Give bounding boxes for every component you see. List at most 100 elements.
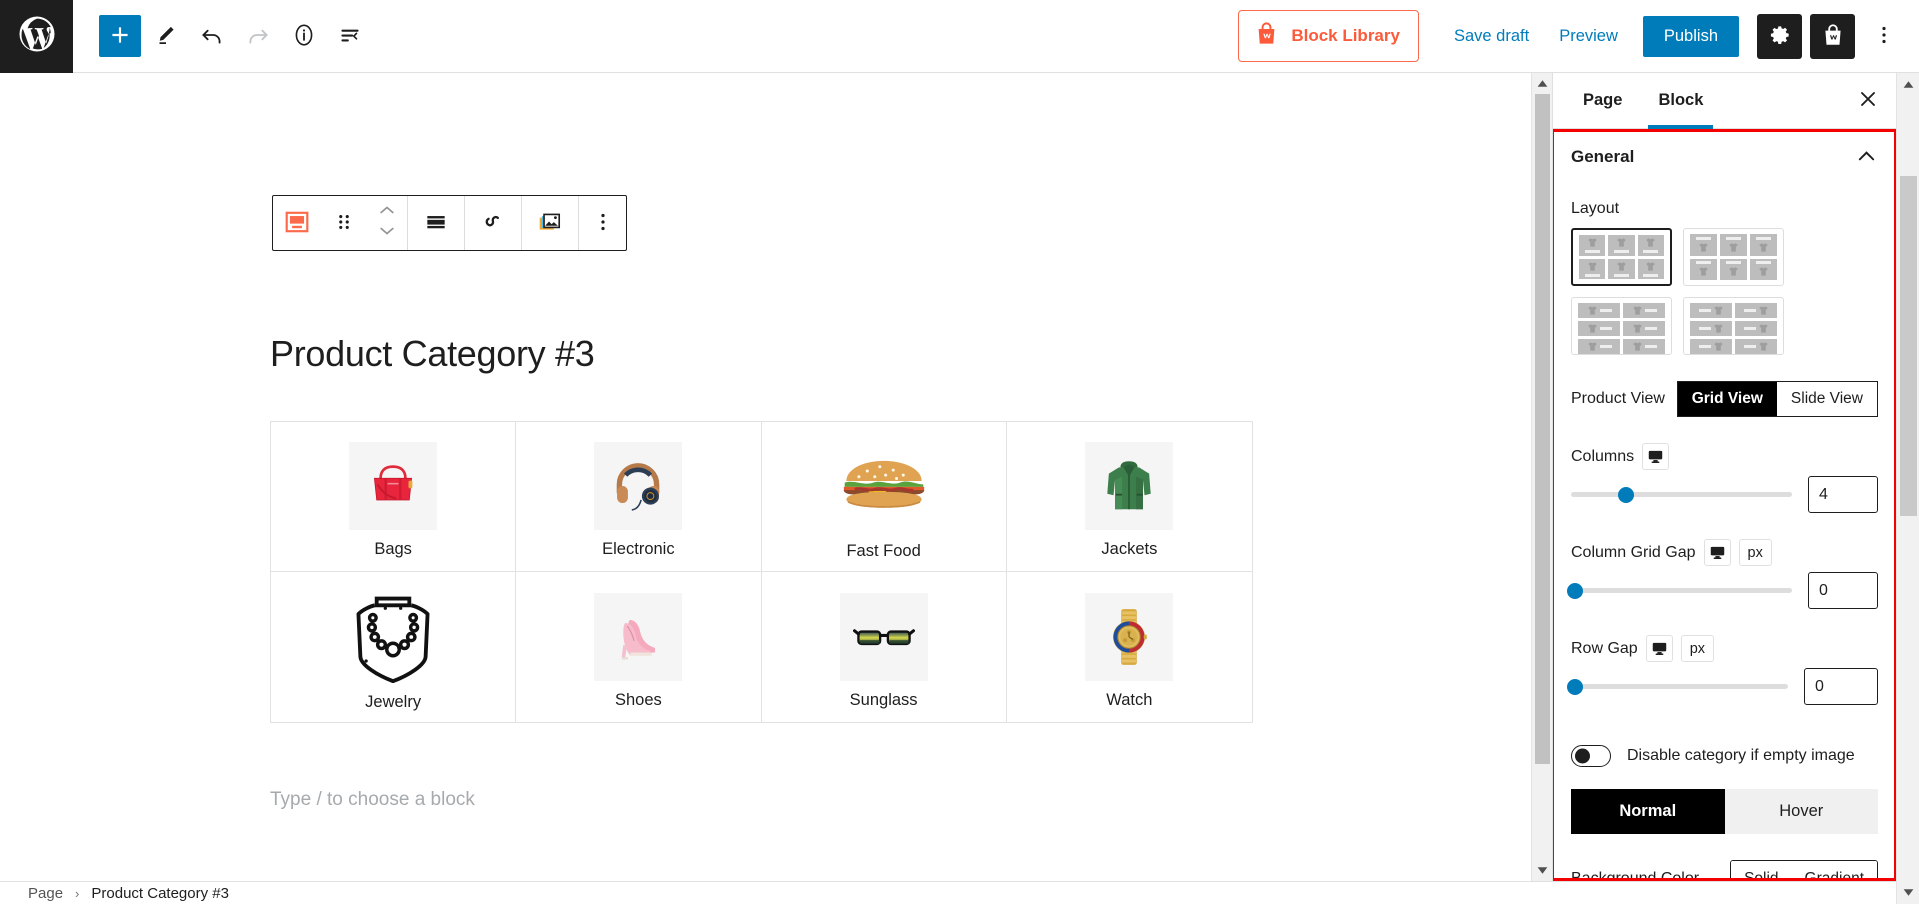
row-gap-unit-button[interactable]: px [1680,635,1715,662]
shirt-icon [1632,323,1643,334]
category-image [1085,592,1174,681]
scroll-down-arrow[interactable] [1532,860,1553,881]
category-card[interactable]: Watch [1007,572,1252,722]
row-gap-input[interactable] [1804,668,1878,705]
slider-knob[interactable] [1567,582,1584,599]
columns-input[interactable] [1808,476,1878,513]
layout-preview-bar [1644,345,1657,348]
image-settings-button[interactable] [522,196,578,250]
page-title[interactable]: Product Category #3 [270,333,595,375]
canvas-scrollbar[interactable] [1531,73,1552,881]
scroll-down-arrow[interactable] [1897,881,1919,904]
layout-preview-bar [1643,273,1659,277]
layout-preview-cell [1690,258,1717,280]
general-panel-header[interactable]: General [1571,129,1878,174]
breadcrumb-item-current[interactable]: Product Category #3 [91,885,229,902]
scroll-up-arrow[interactable] [1897,73,1919,96]
slide-view-button[interactable]: Slide View [1776,382,1877,416]
category-card[interactable]: Jackets [1006,422,1252,572]
redo-icon [245,22,271,51]
more-options-button[interactable] [1863,14,1905,59]
category-card[interactable]: Jewelry [271,572,517,722]
layout-preview-bar [1743,327,1756,330]
red-handbag-image [374,465,413,501]
layout-list-label-left[interactable] [1683,297,1784,355]
category-card[interactable]: Fast Food [761,422,1007,572]
shopping-bag-icon [1820,22,1846,51]
category-card[interactable]: Bags [271,422,517,572]
align-button[interactable] [408,196,464,250]
category-card[interactable]: Shoes [516,572,762,722]
vertical-dots-icon [1872,23,1896,50]
slider-knob[interactable] [1618,486,1635,503]
column-gap-input[interactable] [1808,572,1878,609]
publish-button[interactable]: Publish [1642,15,1739,57]
save-draft-button[interactable]: Save draft [1439,18,1544,55]
hover-state-tab[interactable]: Hover [1724,789,1878,834]
shirt-icon [1587,237,1598,248]
layout-preview-bar [1643,250,1659,254]
layout-preview-bar [1698,345,1711,348]
breadcrumb-item-page[interactable]: Page [28,885,63,902]
slider-knob[interactable] [1567,678,1584,695]
empty-block-placeholder[interactable]: Type / to choose a block [270,789,475,811]
scrollbar-thumb[interactable] [1535,94,1550,764]
layout-preview-bar [1743,345,1756,348]
details-button[interactable] [283,15,325,57]
store-button[interactable] [1810,13,1855,59]
block-type-button[interactable] [273,196,320,250]
layout-list-image-left[interactable] [1571,297,1672,355]
state-tabs: Normal Hover [1571,789,1878,834]
drag-handle[interactable] [320,196,367,250]
block-options-button[interactable] [579,196,626,250]
layout-preview-cell [1735,321,1777,336]
column-gap-slider[interactable] [1567,582,1792,599]
scrollbar-thumb[interactable] [1900,176,1917,516]
tab-block[interactable]: Block [1640,73,1721,129]
columns-slider[interactable] [1571,486,1792,503]
layout-grid-label-top[interactable] [1683,228,1784,286]
layout-preview-cell [1690,339,1732,354]
layout-preview-bar [1644,327,1657,330]
shirt-icon [1616,261,1627,272]
sunglasses-image [852,628,915,645]
grid-view-button[interactable]: Grid View [1677,382,1777,416]
chevron-up-icon[interactable] [1855,145,1878,168]
list-view-button[interactable] [329,15,371,57]
normal-state-tab[interactable]: Normal [1571,789,1725,834]
shirt-icon [1587,323,1598,334]
add-block-button[interactable] [99,15,141,57]
co-block-button[interactable] [465,196,521,250]
category-card[interactable]: Electronic [516,422,762,572]
shirt-icon [1616,237,1627,248]
wordpress-logo-button[interactable] [0,0,73,73]
layout-grid-image-top[interactable] [1571,228,1672,286]
undo-button[interactable] [191,15,233,57]
product-category-grid[interactable]: Bags Electronic Fast Food Jackets Jewelr… [270,421,1253,723]
solid-color-button[interactable]: Solid [1731,861,1792,881]
desktop-icon[interactable] [1642,443,1670,470]
block-library-label: Block Library [1291,26,1400,45]
preview-button[interactable]: Preview [1544,18,1633,55]
move-updown-button[interactable] [367,202,407,244]
shopping-bag-w-icon [1253,20,1280,52]
row-gap-slider[interactable] [1567,678,1788,695]
category-card[interactable]: Sunglass [762,572,1007,722]
desktop-icon[interactable] [1703,539,1731,566]
redo-button[interactable] [237,15,279,57]
tab-page[interactable]: Page [1565,73,1640,128]
close-sidebar-button[interactable] [1840,73,1896,128]
gradient-color-button[interactable]: Gradient [1791,861,1877,881]
settings-button[interactable] [1757,13,1802,59]
editor-canvas: Product Category #3 Bags Electronic Fast… [0,73,1531,881]
edit-tool-button[interactable] [145,15,187,57]
scroll-up-arrow[interactable] [1532,73,1553,94]
column-gap-unit-button[interactable]: px [1738,539,1772,566]
desktop-icon[interactable] [1645,635,1673,662]
block-library-button[interactable]: Block Library [1238,10,1419,62]
category-label: Watch [1106,690,1153,709]
disable-empty-toggle[interactable] [1571,745,1611,767]
window-scrollbar[interactable] [1896,73,1919,904]
shirt-icon [1632,305,1643,316]
category-image [1085,442,1174,530]
